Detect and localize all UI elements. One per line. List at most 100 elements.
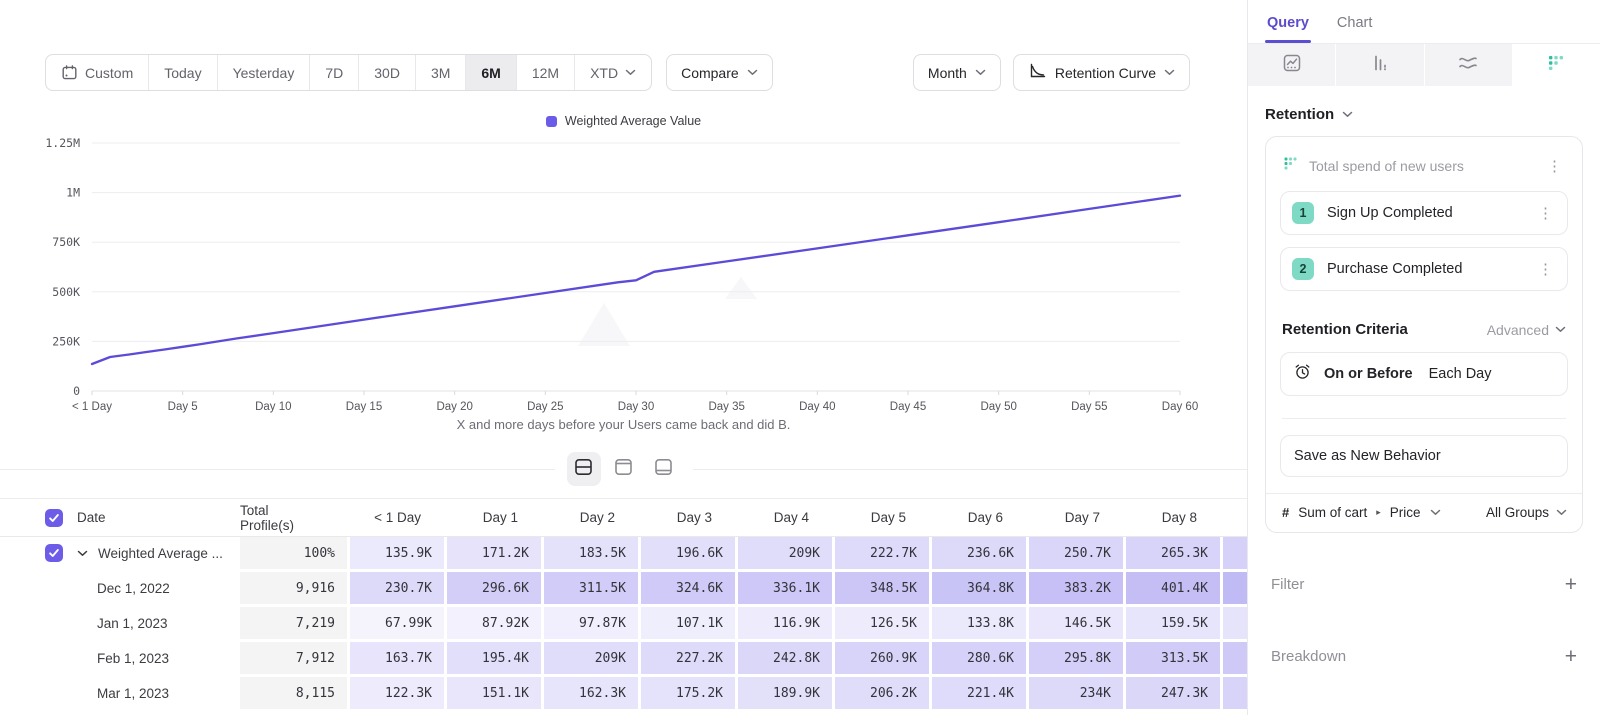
retention-value-cell[interactable]: 247.3K — [1126, 677, 1223, 712]
retention-value-cell[interactable]: 236.6K — [932, 537, 1029, 572]
tab-insights[interactable] — [1248, 44, 1336, 86]
tab-retention[interactable] — [1513, 44, 1600, 86]
svg-text:< 1 Day: < 1 Day — [72, 401, 112, 413]
retention-line-chart[interactable]: 0250K500K750K1M1.25M< 1 DayDay 5Day 10Da… — [0, 131, 1247, 415]
step-row-2[interactable]: 2 Purchase Completed ⋮ — [1280, 247, 1568, 291]
retention-value-cell-clipped[interactable] — [1223, 607, 1247, 642]
retention-value-cell[interactable]: 196.6K — [641, 537, 738, 572]
add-filter-button[interactable]: + — [1565, 574, 1577, 595]
kebab-menu-icon[interactable]: ⋮ — [1534, 260, 1557, 279]
retention-value-cell[interactable]: 209K — [738, 537, 835, 572]
retention-value-cell[interactable]: 234K — [1029, 677, 1126, 712]
granularity-dropdown[interactable]: Month — [913, 54, 1001, 91]
compare-button[interactable]: Compare — [666, 54, 773, 91]
checkbox-checked[interactable] — [45, 544, 63, 562]
retention-value-cell[interactable]: 162.3K — [544, 677, 641, 712]
toggle-split-view[interactable] — [567, 452, 601, 486]
checkbox-checked[interactable] — [45, 509, 63, 527]
retention-value-cell[interactable]: 280.6K — [932, 642, 1029, 677]
toggle-table-view[interactable] — [647, 452, 681, 486]
retention-value-cell[interactable]: 175.2K — [641, 677, 738, 712]
range-button-3m[interactable]: 3M — [416, 55, 466, 90]
retention-value-cell[interactable]: 163.7K — [350, 642, 447, 677]
toggle-chart-view[interactable] — [607, 452, 641, 486]
retention-value-cell[interactable]: 324.6K — [641, 572, 738, 607]
report-section-dropdown[interactable]: Retention — [1265, 106, 1583, 123]
retention-value-cell[interactable]: 260.9K — [835, 642, 932, 677]
retention-value-cell[interactable]: 313.5K — [1126, 642, 1223, 677]
retention-value-cell[interactable]: 250.7K — [1029, 537, 1126, 572]
group-selector[interactable]: All Groups — [1486, 505, 1567, 520]
criteria-row[interactable]: On or Before Each Day — [1280, 352, 1568, 396]
caret-right-icon: ▸ — [1376, 507, 1381, 518]
tab-funnels[interactable] — [1336, 44, 1424, 86]
kebab-menu-icon[interactable]: ⋮ — [1534, 204, 1557, 223]
retention-value-cell[interactable]: 265.3K — [1126, 537, 1223, 572]
retention-value-cell[interactable]: 97.87K — [544, 607, 641, 642]
retention-value-cell[interactable]: 401.4K — [1126, 572, 1223, 607]
retention-value-cell[interactable]: 227.2K — [641, 642, 738, 677]
tab-chart[interactable]: Chart — [1337, 15, 1372, 43]
retention-value-cell[interactable]: 189.9K — [738, 677, 835, 712]
retention-value-cell[interactable]: 311.5K — [544, 572, 641, 607]
step-row-1[interactable]: 1 Sign Up Completed ⋮ — [1280, 191, 1568, 235]
retention-value-cell-clipped[interactable] — [1223, 572, 1247, 607]
range-button-12m[interactable]: 12M — [517, 55, 575, 90]
range-button-today[interactable]: Today — [149, 55, 217, 90]
tab-flows[interactable] — [1425, 44, 1513, 86]
behavior-retention-icon — [1282, 155, 1299, 177]
retention-value-cell[interactable]: 364.8K — [932, 572, 1029, 607]
retention-value-cell[interactable]: 222.7K — [835, 537, 932, 572]
tab-query[interactable]: Query — [1267, 15, 1309, 43]
table-header-day-3: Day 3 — [641, 499, 738, 537]
add-breakdown-button[interactable]: + — [1565, 646, 1577, 667]
retention-value-cell[interactable]: 146.5K — [1029, 607, 1126, 642]
retention-criteria-title: Retention Criteria — [1282, 321, 1487, 338]
range-button-yesterday[interactable]: Yesterday — [218, 55, 311, 90]
total-profiles-cell: 8,115 — [240, 677, 350, 712]
table-header-day-1: Day 1 — [447, 499, 544, 537]
retention-value-cell[interactable]: 122.3K — [350, 677, 447, 712]
retention-value-cell[interactable]: 126.5K — [835, 607, 932, 642]
retention-value-cell[interactable]: 209K — [544, 642, 641, 677]
retention-value-cell[interactable]: 383.2K — [1029, 572, 1126, 607]
retention-value-cell[interactable]: 296.6K — [447, 572, 544, 607]
chart-type-dropdown[interactable]: Retention Curve — [1013, 54, 1190, 91]
criteria-mode-dropdown[interactable]: Advanced — [1487, 322, 1566, 338]
kebab-menu-icon[interactable]: ⋮ — [1543, 157, 1566, 176]
chevron-down-icon[interactable] — [77, 550, 88, 557]
retention-value-cell[interactable]: 242.8K — [738, 642, 835, 677]
behavior-title: Total spend of new users — [1309, 158, 1533, 174]
save-as-new-behavior-label: Save as New Behavior — [1294, 448, 1441, 464]
range-button-xtd[interactable]: XTD — [575, 55, 651, 90]
retention-value-cell[interactable]: 230.7K — [350, 572, 447, 607]
retention-value-cell[interactable]: 295.8K — [1029, 642, 1126, 677]
chevron-down-icon — [747, 69, 758, 76]
legend-label: Weighted Average Value — [565, 114, 701, 128]
retention-value-cell[interactable]: 67.99K — [350, 607, 447, 642]
retention-value-cell-clipped[interactable] — [1223, 677, 1247, 712]
retention-value-cell[interactable]: 348.5K — [835, 572, 932, 607]
range-button-custom[interactable]: Custom — [46, 55, 149, 90]
retention-value-cell-clipped[interactable] — [1223, 642, 1247, 677]
measure-subproperty: Price — [1390, 505, 1421, 520]
save-as-new-behavior-button[interactable]: Save as New Behavior — [1280, 435, 1568, 477]
retention-value-cell[interactable]: 133.8K — [932, 607, 1029, 642]
retention-value-cell[interactable]: 135.9K — [350, 537, 447, 572]
range-button-7d[interactable]: 7D — [310, 55, 359, 90]
range-button-6m[interactable]: 6M — [466, 55, 516, 90]
retention-value-cell[interactable]: 183.5K — [544, 537, 641, 572]
retention-value-cell[interactable]: 336.1K — [738, 572, 835, 607]
retention-value-cell[interactable]: 116.9K — [738, 607, 835, 642]
retention-value-cell-clipped[interactable] — [1223, 537, 1247, 572]
retention-value-cell[interactable]: 87.92K — [447, 607, 544, 642]
measure-row[interactable]: # Sum of cart ▸ Price All Groups — [1266, 493, 1582, 532]
retention-value-cell[interactable]: 221.4K — [932, 677, 1029, 712]
retention-value-cell[interactable]: 206.2K — [835, 677, 932, 712]
retention-value-cell[interactable]: 195.4K — [447, 642, 544, 677]
retention-value-cell[interactable]: 107.1K — [641, 607, 738, 642]
retention-value-cell[interactable]: 159.5K — [1126, 607, 1223, 642]
retention-value-cell[interactable]: 151.1K — [447, 677, 544, 712]
retention-value-cell[interactable]: 171.2K — [447, 537, 544, 572]
range-button-30d[interactable]: 30D — [359, 55, 416, 90]
